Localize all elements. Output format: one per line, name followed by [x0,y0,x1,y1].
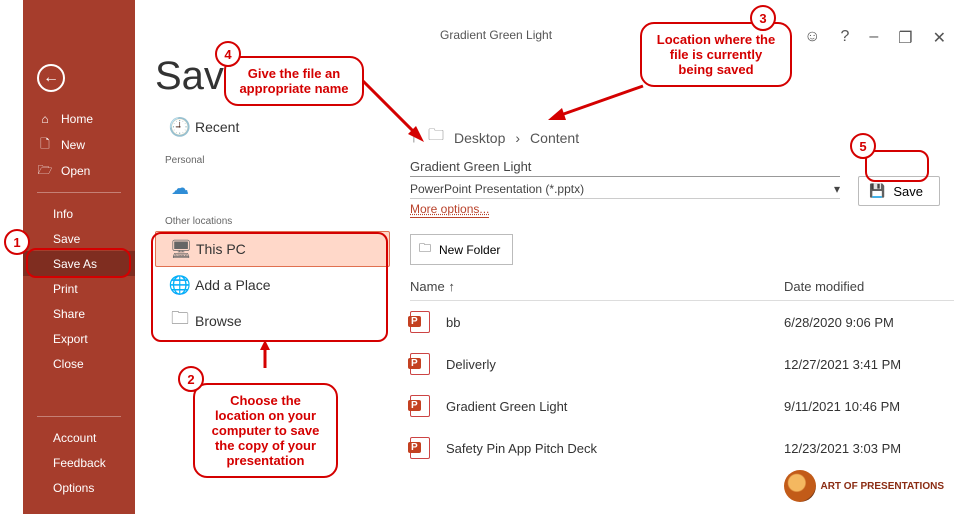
nav-info[interactable]: Info [23,201,135,226]
pptx-file-icon [410,395,430,417]
nav-open-label: Open [61,164,90,178]
breadcrumb-content[interactable]: Content [530,130,579,146]
nav-print[interactable]: Print [23,276,135,301]
new-icon: 🗋 [37,135,53,156]
sidebar-separator-bottom [37,416,121,417]
nav-new-label: New [61,138,85,152]
back-arrow-icon: ← [43,69,59,87]
pptx-file-icon [410,353,430,375]
annotation-badge-2: 2 [178,366,204,392]
col-name-label: Name [410,279,445,294]
nav-open[interactable]: 🗁 Open [23,158,135,184]
nav-save-as[interactable]: Save As [23,251,135,276]
annotation-tip-3: Location where the file is currently bei… [640,22,792,87]
location-recent[interactable]: 🕘 Recent [155,109,390,145]
window-controls: ☺ ? – ❐ ✕ [804,28,946,48]
file-date: 12/23/2021 3:03 PM [784,441,954,456]
sidebar-separator [37,192,121,193]
location-add-place[interactable]: 🌐 Add a Place [155,267,390,303]
nav-close[interactable]: Close [23,351,135,376]
section-personal-label: Personal [165,155,390,166]
file-date: 9/11/2021 10:46 PM [784,399,954,414]
annotation-badge-4: 4 [215,41,241,67]
breadcrumb-sep: › [515,130,520,146]
save-panel: Gradient Green Light ☺ ? – ❐ ✕ ↑ 🗀 Deskt… [410,28,954,469]
file-row[interactable]: Safety Pin App Pitch Deck 12/23/2021 3:0… [410,427,954,469]
annotation-badge-5: 5 [850,133,876,159]
filetype-dropdown[interactable]: PowerPoint Presentation (*.pptx) ▾ [410,179,840,199]
nav-home-label: Home [61,112,93,126]
watermark-logo-text: ART OF PRESENTATIONS [820,481,944,492]
annotation-badge-3: 3 [750,5,776,31]
location-recent-label: Recent [195,119,239,135]
nav-new[interactable]: 🗋 New [23,132,135,158]
watermark-logo-icon [784,470,816,502]
save-button[interactable]: 💾 Save [858,176,940,206]
annotation-arrow-4 [360,78,430,144]
close-window-icon[interactable]: ✕ [933,28,946,48]
more-options-link[interactable]: More options... [410,201,489,218]
minimize-icon[interactable]: – [869,28,878,48]
sort-asc-icon: ↑ [448,279,455,294]
save-button-label: Save [893,184,923,199]
location-onedrive[interactable]: ☁ [155,170,390,206]
nav-share[interactable]: Share [23,301,135,326]
location-browse-label: Browse [195,313,242,329]
col-name-header[interactable]: Name ↑ [410,279,784,294]
folder-icon: 🗀 [165,306,195,336]
back-button[interactable]: ← [37,64,65,92]
feedback-smile-icon[interactable]: ☺ [804,28,820,48]
file-name: Deliverly [446,357,784,372]
file-name: bb [446,315,784,330]
nav-home[interactable]: ⌂ Home [23,106,135,132]
new-folder-label: New Folder [439,243,500,257]
file-row[interactable]: Gradient Green Light 9/11/2021 10:46 PM [410,385,954,427]
onedrive-icon: ☁ [165,178,195,199]
filetype-label: PowerPoint Presentation (*.pptx) [410,182,584,196]
clock-icon: 🕘 [165,117,195,138]
file-date: 12/27/2021 3:41 PM [784,357,954,372]
file-name: Gradient Green Light [446,399,784,414]
new-folder-button[interactable]: 🗀 New Folder [410,234,513,265]
dropdown-icon: ▾ [834,182,840,196]
nav-save[interactable]: Save [23,226,135,251]
new-folder-icon: 🗀 [419,239,431,260]
breadcrumb-folder-icon[interactable]: 🗀 [428,124,444,151]
section-other-label: Other locations [165,216,390,227]
file-row[interactable]: bb 6/28/2020 9:06 PM [410,301,954,343]
watermark-logo: ART OF PRESENTATIONS [784,470,944,502]
file-date: 6/28/2020 9:06 PM [784,315,954,330]
location-add-place-label: Add a Place [195,277,271,293]
annotation-arrow-2 [260,340,270,370]
nav-export[interactable]: Export [23,326,135,351]
home-icon: ⌂ [37,112,53,126]
file-row[interactable]: Deliverly 12/27/2021 3:41 PM [410,343,954,385]
pptx-file-icon [410,311,430,333]
nav-feedback[interactable]: Feedback [23,450,135,475]
annotation-arrow-3 [548,86,648,126]
col-date-header[interactable]: Date modified [784,279,954,294]
annotation-tip-2: Choose the location on your computer to … [193,383,338,478]
globe-icon: 🌐 [165,275,195,296]
filename-input[interactable] [410,157,840,177]
file-list-header: Name ↑ Date modified [410,279,954,301]
open-icon: 🗁 [37,161,53,182]
nav-options[interactable]: Options [23,475,135,500]
location-this-pc[interactable]: 🖥 This PC [155,231,390,267]
location-browse[interactable]: 🗀 Browse [155,303,390,339]
location-this-pc-label: This PC [196,241,246,257]
breadcrumb-desktop[interactable]: Desktop [454,130,505,146]
save-icon: 💾 [869,183,885,199]
file-name: Safety Pin App Pitch Deck [446,441,784,456]
nav-account[interactable]: Account [23,425,135,450]
pptx-file-icon [410,437,430,459]
this-pc-icon: 🖥 [166,239,196,260]
restore-icon[interactable]: ❐ [898,28,912,48]
annotation-tip-4: Give the file an appropriate name [224,56,364,106]
backstage-sidebar: ← ⌂ Home 🗋 New 🗁 Open Info Save Save As Pri… [23,0,135,514]
help-icon[interactable]: ? [840,28,849,48]
annotation-badge-1: 1 [4,229,30,255]
